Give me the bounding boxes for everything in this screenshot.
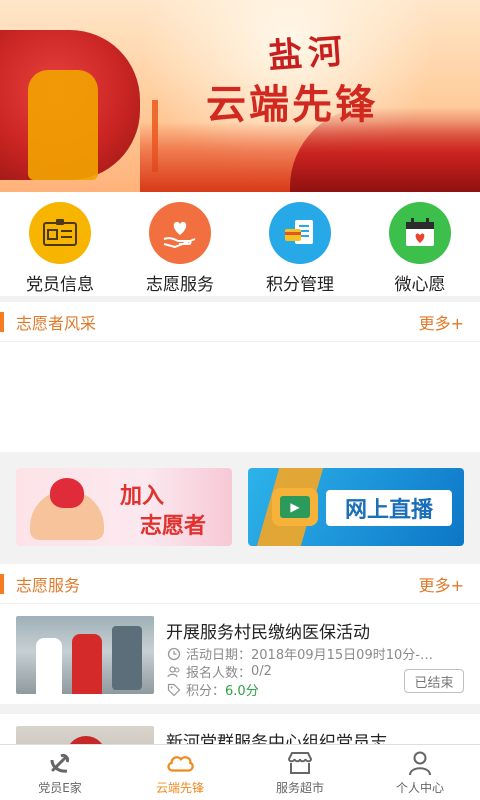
volunteer-service-more-link[interactable]: 更多+ bbox=[419, 572, 464, 596]
heart-hand-icon bbox=[149, 202, 211, 264]
party-emblem-icon bbox=[45, 750, 75, 776]
banner-calligraphy: 盐河 bbox=[266, 31, 350, 77]
list-item[interactable]: 新河党群服务中心组织党员志… bbox=[0, 714, 480, 744]
activity-title: 开展服务村民缴纳医保活动 bbox=[166, 623, 370, 643]
bottom-tab-bar: 党员E家 云端先锋 服务超市 个人中心 bbox=[0, 744, 480, 800]
tab-label: 服务超市 bbox=[275, 780, 324, 795]
join-volunteer-text-line1: 加入 bbox=[120, 484, 165, 509]
section-title: 志愿者风采 bbox=[16, 313, 97, 333]
status-badge: 已结束 bbox=[404, 669, 464, 693]
id-card-icon bbox=[29, 202, 91, 264]
promo-row: 加入 志愿者 ▶ 网上直播 bbox=[0, 452, 480, 562]
wish-calendar-icon bbox=[389, 202, 451, 264]
banner-title: 云端先锋 bbox=[206, 82, 378, 128]
tab-service-supermarket[interactable]: 服务超市 bbox=[240, 745, 360, 800]
video-play-icon: ▶ bbox=[272, 488, 318, 526]
quick-nav: 党员信息 志愿服务 积分管理 微心愿 bbox=[0, 192, 480, 296]
activity-date-row: 活动日期： 2018年09月15日09时10分-… bbox=[166, 644, 466, 663]
activity-points-label: 积分： bbox=[186, 684, 226, 699]
person-icon bbox=[405, 750, 435, 776]
wallet-card-icon bbox=[269, 202, 331, 264]
tab-label: 党员E家 bbox=[38, 780, 82, 795]
activity-date-value: 2018年09月15日09时10分-… bbox=[251, 648, 433, 663]
tab-personal-center[interactable]: 个人中心 bbox=[360, 745, 480, 800]
quick-nav-label: 微心愿 bbox=[394, 275, 446, 295]
join-volunteer-banner[interactable]: 加入 志愿者 bbox=[16, 468, 232, 546]
tab-label: 云端先锋 bbox=[155, 780, 204, 795]
people-icon bbox=[166, 664, 182, 680]
activity-photo bbox=[16, 726, 154, 744]
heart-icon bbox=[50, 478, 84, 508]
join-volunteer-text-line2: 志愿者 bbox=[140, 514, 207, 539]
tab-cloud-pioneer[interactable]: 云端先锋 bbox=[120, 745, 240, 800]
tab-party-member-home[interactable]: 党员E家 bbox=[0, 745, 120, 800]
clock-icon bbox=[166, 646, 182, 662]
activity-signup-value: 0/2 bbox=[251, 664, 272, 679]
quick-nav-label: 党员信息 bbox=[26, 275, 94, 295]
activity-signup-label: 报名人数： bbox=[186, 666, 252, 681]
volunteer-style-more-link[interactable]: 更多+ bbox=[419, 310, 464, 334]
quick-nav-label: 积分管理 bbox=[266, 275, 334, 295]
cloud-icon bbox=[165, 750, 195, 776]
list-item[interactable]: 开展服务村民缴纳医保活动 活动日期： 2018年09月15日09时10分-… 报… bbox=[0, 604, 480, 714]
tag-icon bbox=[166, 682, 182, 698]
list-divider bbox=[0, 704, 480, 714]
activity-date-label: 活动日期： bbox=[186, 648, 252, 663]
top-banner[interactable]: 盐河 云端先锋 bbox=[0, 0, 480, 192]
banner-people-silhouette bbox=[28, 70, 98, 180]
online-live-label: 网上直播 bbox=[326, 490, 452, 526]
volunteer-style-content bbox=[0, 342, 480, 452]
store-icon bbox=[285, 750, 315, 776]
quick-nav-points-management[interactable]: 积分管理 bbox=[240, 192, 360, 296]
quick-nav-label: 志愿服务 bbox=[146, 275, 214, 295]
online-live-banner[interactable]: ▶ 网上直播 bbox=[248, 468, 464, 546]
volunteer-service-header: 志愿服务 更多+ bbox=[0, 564, 480, 604]
section-title: 志愿服务 bbox=[16, 575, 81, 595]
activity-photo bbox=[16, 616, 154, 694]
quick-nav-volunteer-service[interactable]: 志愿服务 bbox=[120, 192, 240, 296]
quick-nav-member-info[interactable]: 党员信息 bbox=[0, 192, 120, 296]
quick-nav-micro-wish[interactable]: 微心愿 bbox=[360, 192, 480, 296]
section-accent-bar bbox=[0, 311, 4, 332]
activity-points-value: 6.0分 bbox=[225, 684, 259, 699]
section-accent-bar bbox=[0, 573, 4, 594]
volunteer-service-list: 开展服务村民缴纳医保活动 活动日期： 2018年09月15日09时10分-… 报… bbox=[0, 604, 480, 744]
activity-title: 新河党群服务中心组织党员志… bbox=[166, 733, 404, 744]
tab-label: 个人中心 bbox=[395, 780, 444, 795]
app-screen: 盐河 云端先锋 党员信息 志愿服务 积分管理 微心愿 志愿者风采 更多+ 加入 … bbox=[0, 0, 480, 800]
volunteer-style-header: 志愿者风采 更多+ bbox=[0, 302, 480, 342]
